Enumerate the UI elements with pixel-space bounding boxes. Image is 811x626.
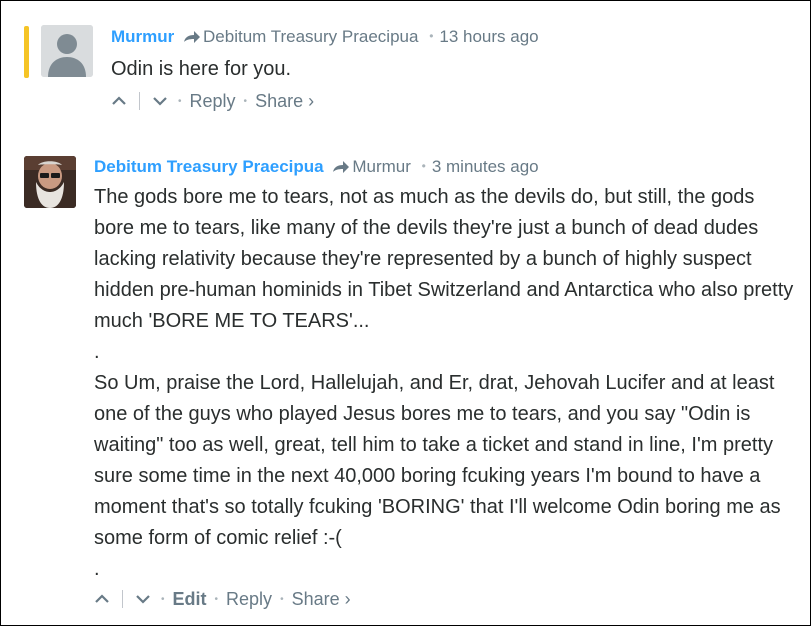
comment-header: Murmur Debitum Treasury Praecipua • 13 ho… (111, 25, 539, 50)
reply-link[interactable]: Reply (190, 91, 236, 112)
reply-link[interactable]: Reply (226, 589, 272, 610)
comment-thread: Murmur Debitum Treasury Praecipua • 13 ho… (0, 0, 811, 626)
user-photo-icon (24, 156, 76, 208)
comment-paragraph: . (94, 558, 100, 580)
separator-dot: • (243, 95, 248, 107)
comment-body: Odin is here for you. (111, 54, 291, 85)
downvote-button[interactable] (133, 589, 153, 609)
separator-dot: • (280, 593, 284, 605)
default-user-icon (41, 25, 93, 77)
share-link[interactable]: Share › (255, 91, 314, 112)
separator-dot: • (421, 159, 426, 173)
chevron-up-icon (112, 96, 126, 105)
upvote-button[interactable] (92, 589, 112, 609)
timestamp-link[interactable]: 13 hours ago (439, 27, 538, 46)
downvote-button[interactable] (150, 91, 170, 111)
vote-divider (139, 92, 140, 110)
separator-dot: • (429, 29, 434, 43)
comment: Debitum Treasury Praecipua Murmur • 3 min… (1, 141, 810, 625)
comment-paragraph: So Um, praise the Lord, Hallelujah, and … (94, 372, 781, 549)
vote-divider (122, 590, 123, 608)
comment-footer: • Reply • Share › (109, 89, 314, 113)
new-comment-highlight-bar (24, 26, 29, 78)
share-link[interactable]: Share › (292, 589, 351, 610)
edit-link[interactable]: Edit (173, 589, 207, 610)
parent-author-link[interactable]: Murmur (352, 157, 411, 176)
avatar[interactable] (24, 156, 76, 208)
chevron-down-icon (153, 97, 167, 106)
comment: Murmur Debitum Treasury Praecipua • 13 ho… (1, 1, 810, 123)
comment-paragraph: Odin is here for you. (111, 58, 292, 80)
comment-footer: • Edit • Reply • Share › (92, 587, 351, 611)
chevron-up-icon (95, 594, 109, 603)
reply-to-arrow-icon (183, 28, 201, 50)
avatar[interactable] (41, 25, 93, 77)
upvote-button[interactable] (109, 91, 129, 111)
separator-dot: • (161, 593, 165, 605)
author-link[interactable]: Debitum Treasury Praecipua (94, 157, 324, 176)
comment-body: The gods bore me to tears, not as much a… (94, 182, 794, 585)
comment-paragraph: . (94, 341, 100, 363)
timestamp-link[interactable]: 3 minutes ago (432, 157, 539, 176)
parent-author-link[interactable]: Debitum Treasury Praecipua (203, 27, 418, 46)
comment-header: Debitum Treasury Praecipua Murmur • 3 min… (94, 155, 539, 180)
author-link[interactable]: Murmur (111, 27, 174, 46)
separator-dot: • (214, 593, 219, 605)
reply-to-arrow-icon (332, 158, 350, 180)
comment-paragraph: The gods bore me to tears, not as much a… (94, 186, 794, 332)
chevron-down-icon (136, 595, 150, 604)
separator-dot: • (178, 95, 182, 107)
